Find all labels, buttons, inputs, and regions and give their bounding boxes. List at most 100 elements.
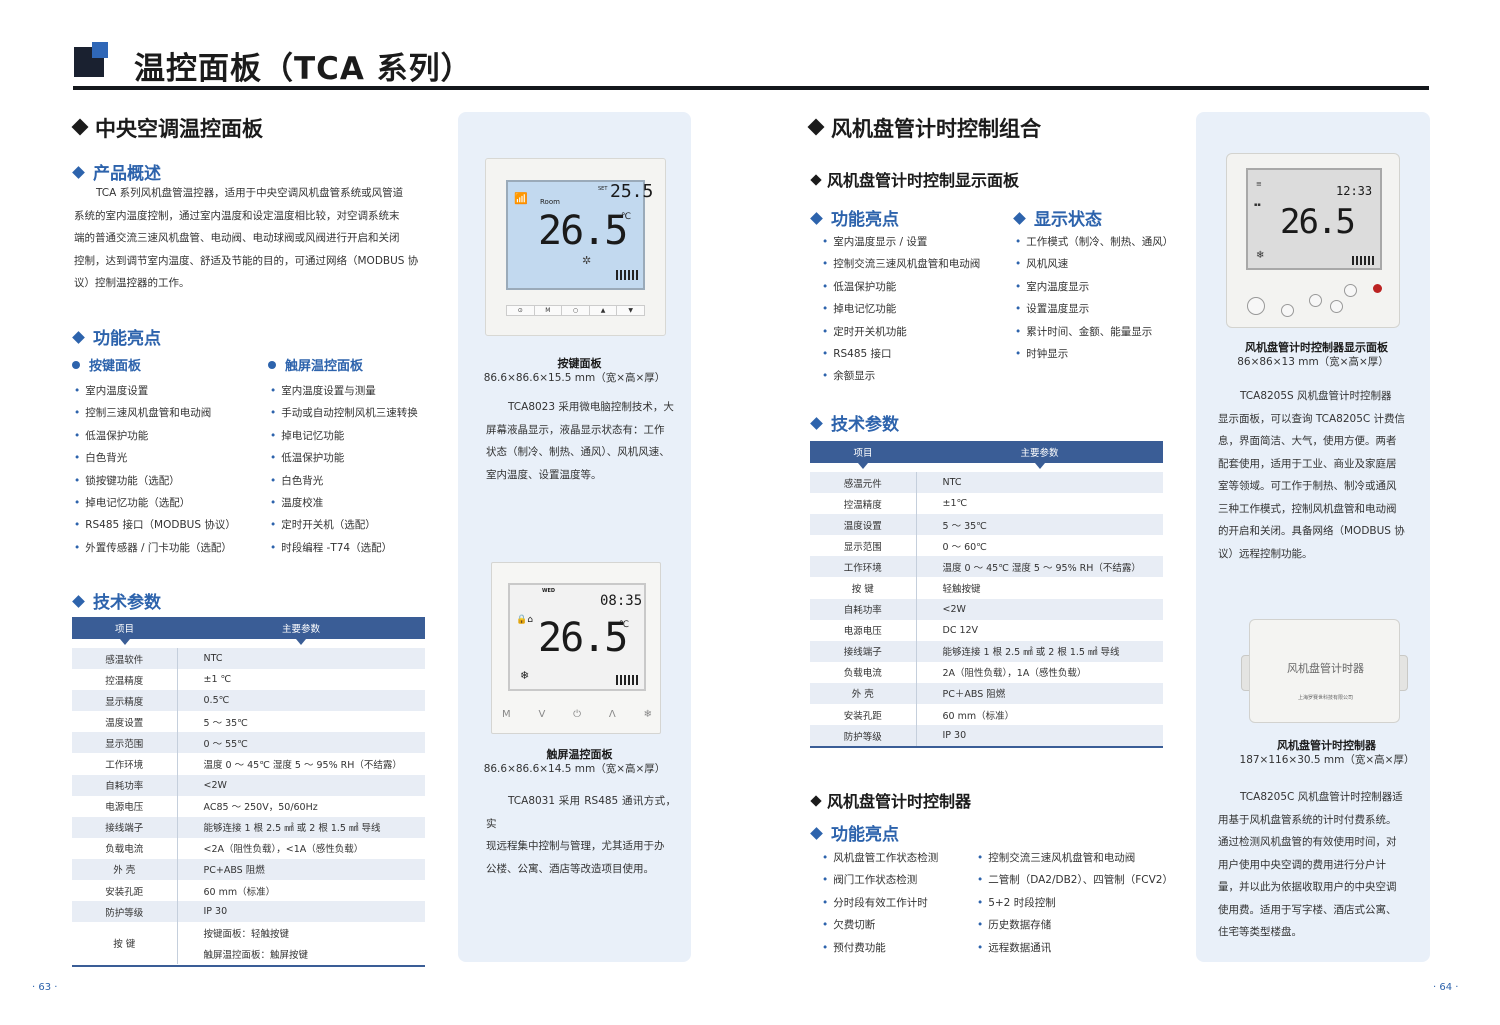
- round-button[interactable]: [1344, 284, 1357, 297]
- touch-panel-device-image: WED 08:35 🔒⌂ 26.5 ℃ ❄ M V ⏻ Λ ❄: [491, 562, 661, 734]
- indicator-led: [1373, 284, 1382, 293]
- timer-display-caption-title: 风机盘管计时控制器显示面板: [1245, 341, 1388, 354]
- list-item: 5+2 时段控制: [977, 892, 1173, 914]
- list-item: 定时开关机（选配）: [270, 514, 418, 536]
- table-row: 接线端子 能够连接 1 根 2.5 ㎟ 或 2 根 1.5 ㎟ 导线: [810, 640, 1163, 662]
- up-touch-key[interactable]: Λ: [609, 709, 616, 720]
- table-row: 电源电压 DC 12V: [810, 619, 1163, 641]
- table-row: 感温软件 NTC: [72, 648, 425, 670]
- touch-panel-caption-size: 86.6×86.6×14.5 mm（宽×高×厚）: [483, 763, 666, 775]
- sub1-title: 风机盘管计时控制显示面板: [810, 167, 1019, 191]
- lock-home-icon: 🔒⌂: [516, 615, 533, 625]
- table-row: 接线端子 能够连接 1 根 2.5 ㎟ 或 2 根 1.5 ㎟ 导线: [72, 816, 425, 838]
- right-tech-title: 技术参数: [810, 410, 899, 435]
- diamond-icon: [810, 827, 823, 840]
- right-spec-table: 项目 主要参数 感温元件 NTC 控温精度 ±1℃ 温度设置 5 ～ 35℃ 显示范围…: [810, 441, 1163, 747]
- table-row: 温度设置 5 ～ 35℃: [72, 711, 425, 733]
- status-title: 显示状态: [1013, 205, 1102, 230]
- timer-controller-description: TCA8205C 风机盘管计时控制器适 用基于风机盘管系统的计时付费系统。 通过…: [1218, 791, 1403, 938]
- right-section-title: 风机盘管计时控制组合: [807, 113, 1041, 143]
- up-button[interactable]: ▲: [590, 306, 618, 315]
- round-button[interactable]: [1309, 294, 1322, 307]
- list-item: 低温保护功能: [270, 447, 418, 469]
- cooling-indicator-icon: ▪▪: [1254, 202, 1261, 208]
- power-touch-key[interactable]: ⏻: [573, 709, 581, 720]
- table-row: 安装孔距 60 mm（标准）: [72, 880, 425, 902]
- timer-controller-caption-title: 风机盘管计时控制器: [1277, 739, 1376, 752]
- bullet-dot-icon: [72, 361, 80, 369]
- key-panel-description: TCA8023 采用微电脑控制技术，大 屏幕液晶显示，液晶显示状态有：工作 状态…: [486, 401, 674, 481]
- diamond-icon: [810, 174, 822, 186]
- list-item: 分时段有效工作计时: [822, 892, 938, 914]
- table-row: 外 壳 PC+ABS 阻燃: [72, 858, 425, 881]
- bullet-dot-icon: [268, 361, 276, 369]
- diamond-icon: [810, 417, 823, 430]
- table-row: 安装孔距 60 mm（标准）: [810, 704, 1163, 726]
- list-item: 室内温度设置: [74, 380, 236, 402]
- touch-panel-list: 室内温度设置与测量 手动或自动控制风机三速转换 掉电记忆功能 低温保护功能 白色…: [270, 380, 418, 559]
- diamond-icon: [810, 795, 822, 807]
- table-row: 自耗功率 <2W: [810, 598, 1163, 620]
- down-button[interactable]: ▼: [617, 306, 644, 315]
- page-number-right: · 64 ·: [1433, 982, 1459, 993]
- touch-panel-title: 触屏温控面板: [268, 355, 363, 374]
- list-item: 掉电记忆功能: [270, 425, 418, 447]
- right-features-title: 功能亮点: [810, 205, 899, 230]
- snowflake-icon: ✲: [582, 254, 592, 267]
- right-features2-title: 功能亮点: [810, 820, 899, 845]
- list-item: 控制交流三速风机盘管和电动阀: [977, 847, 1173, 869]
- fan-touch-key[interactable]: ❄: [644, 709, 652, 720]
- round-button[interactable]: [1281, 304, 1294, 317]
- list-item: 远程数据通讯: [977, 937, 1173, 959]
- mode-button[interactable]: M: [535, 306, 563, 315]
- list-item: 定时开关机功能: [822, 321, 980, 343]
- round-button[interactable]: [1247, 297, 1265, 315]
- timer-display-description: TCA8205S 风机盘管计时控制器 显示面板，可以查询 TCA8205C 计费…: [1218, 390, 1406, 560]
- list-item: 历史数据存储: [977, 914, 1173, 936]
- fan-speed-bars-icon: [616, 675, 640, 685]
- logo-square-blue: [92, 42, 108, 58]
- list-item: 室内温度显示 / 设置: [822, 231, 980, 253]
- table-header: 项目: [72, 617, 177, 645]
- list-item: RS485 接口: [822, 343, 980, 365]
- touch-keys: M V ⏻ Λ ❄: [502, 709, 652, 720]
- snowflake-icon: ❄: [520, 669, 530, 682]
- list-item: 白色背光: [270, 470, 418, 492]
- table-row: 感温元件 NTC: [810, 472, 1163, 494]
- table-row: 工作环境 温度 0 ～ 45℃ 湿度 5 ～ 95% RH（不结露）: [810, 556, 1163, 578]
- wifi-icon: 📶: [514, 192, 528, 205]
- list-item: 阀门工作状态检测: [822, 869, 938, 891]
- list-item: 手动或自动控制风机三速转换: [270, 402, 418, 424]
- overview-paragraph: TCA 系列风机盘管温控器，适用于中央空调风机盘管系统或风管道 系统的室内温度控…: [74, 187, 419, 289]
- diamond-icon: [810, 212, 823, 225]
- table-row: 控温精度 ±1 ℃: [72, 669, 425, 691]
- table-row: 工作环境 温度 0 ～ 45℃ 湿度 5 ～ 95% RH（不结露）: [72, 753, 425, 775]
- round-button[interactable]: [1330, 300, 1343, 313]
- features2-right-list: 控制交流三速风机盘管和电动阀 二管制（DA2/DB2）、四管制（FCV2） 5+…: [977, 847, 1173, 959]
- diamond-icon: [72, 331, 85, 344]
- diamond-icon: [71, 118, 89, 136]
- list-item: 锁按键功能（选配）: [74, 470, 236, 492]
- left-features-title: 功能亮点: [72, 324, 161, 349]
- list-item: 室内温度设置与测量: [270, 380, 418, 402]
- power-button[interactable]: ⊙: [507, 306, 535, 315]
- list-item: 预付费功能: [822, 937, 938, 959]
- overview-title: 产品概述: [72, 159, 161, 184]
- table-row: 自耗功率 <2W: [72, 774, 425, 796]
- mode-indicator-icon: ≡: [1256, 180, 1262, 188]
- down-touch-key[interactable]: V: [538, 709, 545, 720]
- timer-display-device-image: ≡ 12:33 ▪▪ 26.5 ❄: [1226, 153, 1400, 328]
- list-item: 工作模式（制冷、制热、通风）: [1015, 231, 1173, 253]
- list-item: 风机盘管工作状态检测: [822, 847, 938, 869]
- table-row: 按 键轻触按键: [810, 577, 1163, 599]
- title-rule: [73, 86, 1429, 90]
- touch-lcd-screen: WED 08:35 🔒⌂ 26.5 ℃ ❄: [508, 583, 646, 691]
- mode-touch-key[interactable]: M: [502, 709, 511, 720]
- list-item: 外置传感器 / 门卡功能（选配）: [74, 537, 236, 559]
- list-item: 白色背光: [74, 447, 236, 469]
- fan-button[interactable]: ○: [562, 306, 590, 315]
- key-panel-buttons: ⊙ M ○ ▲ ▼: [506, 305, 645, 316]
- table-row: 电源电压 AC85 ～ 250V，50/60Hz: [72, 795, 425, 817]
- list-item: 风机风速: [1015, 253, 1173, 275]
- table-row: 按 键按键面板：轻触按键: [72, 922, 425, 965]
